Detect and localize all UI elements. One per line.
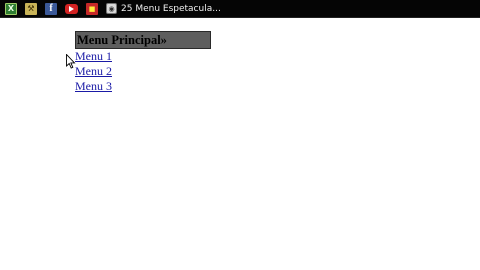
menu-3-link[interactable]: Menu 3	[75, 79, 211, 94]
document-icon: ◉	[106, 3, 117, 14]
list-item: Menu 1	[75, 49, 211, 64]
excel-icon[interactable]: X	[5, 2, 17, 15]
task-title: 25 Menu Espetacula...	[121, 3, 221, 14]
facebook-icon[interactable]: f	[45, 2, 57, 15]
taskbar: X ⚒ f ■ ◉ 25 Menu Espetacula...	[0, 0, 480, 18]
list-item: Menu 2	[75, 64, 211, 79]
list-item: Menu 3	[75, 79, 211, 94]
main-menu: Menu Principal» Menu 1 Menu 2 Menu 3	[75, 31, 211, 94]
menu-2-link[interactable]: Menu 2	[75, 64, 211, 79]
menu-list: Menu 1 Menu 2 Menu 3	[75, 49, 211, 94]
tools-icon[interactable]: ⚒	[25, 2, 37, 15]
taskbar-active-task[interactable]: ◉ 25 Menu Espetacula...	[106, 1, 221, 16]
mouse-cursor-icon	[66, 54, 76, 69]
menu-header[interactable]: Menu Principal»	[75, 31, 211, 49]
red-app-icon[interactable]: ■	[86, 2, 98, 15]
menu-1-link[interactable]: Menu 1	[75, 49, 211, 64]
youtube-icon[interactable]	[65, 3, 78, 14]
